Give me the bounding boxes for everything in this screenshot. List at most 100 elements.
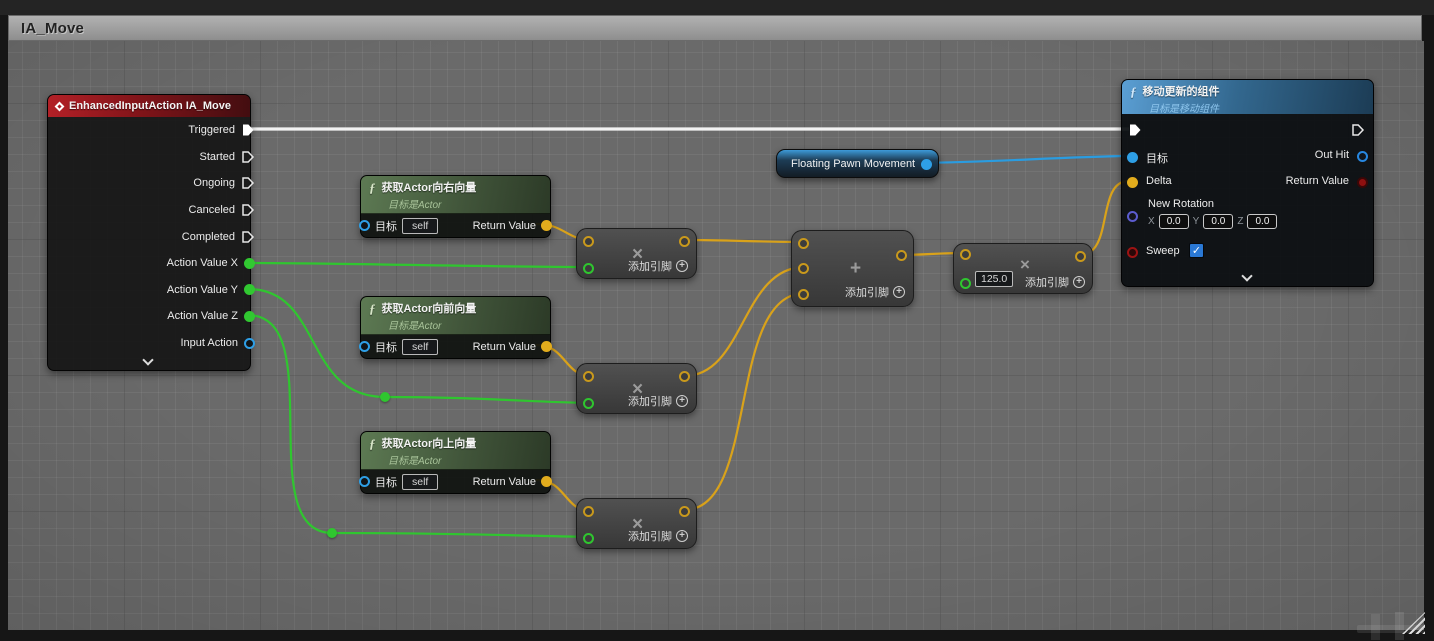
exec-pin-triggered[interactable] (241, 123, 255, 137)
pin-multiply-output[interactable] (679, 236, 690, 247)
node-get-actor-up-vector[interactable]: ƒ 获取Actor向上向量 目标是Actor 目标 self Return Va… (360, 431, 551, 494)
pin-return-value[interactable] (541, 476, 552, 487)
graph-title: IA_Move (21, 20, 84, 37)
function-icon: ƒ (369, 302, 376, 315)
return-value-label: Return Value (473, 220, 536, 232)
wire-mul3-to-add[interactable] (684, 293, 805, 510)
reroute-node-y[interactable] (380, 392, 390, 402)
add-pin-label: 添加引脚 (845, 284, 889, 300)
sweep-checkbox[interactable]: ✓ (1189, 243, 1204, 258)
add-pin-button[interactable]: 添加引脚 + (628, 528, 688, 544)
pin-pawn-movement-output[interactable] (921, 159, 932, 170)
window-top-strip (0, 0, 1434, 15)
node-enhanced-input-action[interactable]: EnhancedInputAction IA_Move Triggered St… (47, 94, 251, 371)
add-pin-plus-icon: + (676, 530, 688, 542)
node-header[interactable]: ƒ 获取Actor向上向量 目标是Actor (361, 432, 550, 470)
add-pin-label: 添加引脚 (1025, 274, 1069, 290)
rotation-x-field[interactable]: 0.0 (1159, 214, 1189, 229)
pin-label: Action Value Y (167, 284, 238, 296)
rotation-y-field[interactable]: 0.0 (1203, 214, 1233, 229)
node-get-actor-forward-vector[interactable]: ƒ 获取Actor向前向量 目标是Actor 目标 self Return Va… (360, 296, 551, 359)
node-title: 移动更新的组件 (1143, 83, 1220, 99)
pin-sweep[interactable] (1127, 247, 1138, 258)
exec-pin-started[interactable] (241, 150, 255, 164)
target-value-field[interactable]: self (402, 474, 438, 490)
node-add[interactable]: + 添加引脚 + (791, 230, 914, 307)
pin-multiply-input-a[interactable] (583, 236, 594, 247)
pin-return-value[interactable] (1357, 177, 1368, 188)
scale-value-field[interactable]: 125.0 (975, 271, 1013, 287)
event-diamond-icon (55, 101, 65, 111)
node-get-actor-right-vector[interactable]: ƒ 获取Actor向右向量 目标是Actor 目标 self Return Va… (360, 175, 551, 238)
pin-return-value[interactable] (541, 341, 552, 352)
rotation-z-field[interactable]: 0.0 (1247, 214, 1277, 229)
target-value-field[interactable]: self (402, 339, 438, 355)
pin-action-value-z[interactable] (244, 311, 255, 322)
pin-add-output[interactable] (896, 250, 907, 261)
pin-multiply-input-b[interactable] (583, 263, 594, 274)
wire-pawn-movement-to-target[interactable] (921, 156, 1128, 163)
add-pin-plus-icon: + (893, 286, 905, 298)
pin-delta[interactable] (1127, 177, 1138, 188)
pin-multiply-output[interactable] (679, 371, 690, 382)
blueprint-graph-canvas[interactable]: EnhancedInputAction IA_Move Triggered St… (8, 41, 1424, 630)
reroute-node-z[interactable] (327, 528, 337, 538)
pin-label: Action Value Z (167, 310, 238, 322)
add-pin-button[interactable]: 添加引脚 + (628, 258, 688, 274)
pin-target[interactable] (359, 341, 370, 352)
pin-input-action[interactable] (244, 338, 255, 349)
pin-action-value-x[interactable] (244, 258, 255, 269)
node-header[interactable]: EnhancedInputAction IA_Move (48, 95, 250, 117)
pin-scale-output[interactable] (1075, 251, 1086, 262)
pin-new-rotation[interactable] (1127, 211, 1138, 222)
pin-scale-input-b[interactable] (960, 278, 971, 289)
axis-z-label: Z (1237, 216, 1243, 227)
node-multiply-z[interactable]: × 添加引脚 + (576, 498, 697, 549)
pin-label: Started (200, 151, 235, 163)
function-icon: ƒ (369, 437, 376, 450)
exec-pin-completed[interactable] (241, 230, 255, 244)
target-label: 目标 (1146, 150, 1168, 166)
pin-out-hit[interactable] (1357, 151, 1368, 162)
pin-scale-input-a[interactable] (960, 249, 971, 260)
pin-add-input-c[interactable] (798, 289, 809, 300)
target-label: 目标 (375, 218, 397, 234)
pin-multiply-input-b[interactable] (583, 533, 594, 544)
add-pin-button[interactable]: 添加引脚 + (628, 393, 688, 409)
add-pin-button[interactable]: 添加引脚 + (1025, 274, 1085, 290)
wire-mul1-to-add[interactable] (684, 240, 805, 242)
exec-pin-in[interactable] (1128, 123, 1142, 137)
wire-action-value-x[interactable] (248, 263, 590, 267)
exec-pin-out[interactable] (1351, 123, 1365, 137)
return-value-label: Return Value (473, 476, 536, 488)
node-multiply-x[interactable]: × 添加引脚 + (576, 228, 697, 279)
node-header[interactable]: ƒ 移动更新的组件 目标是移动组件 (1122, 80, 1373, 114)
node-header[interactable]: ƒ 获取Actor向右向量 目标是Actor (361, 176, 550, 214)
target-value-field[interactable]: self (402, 218, 438, 234)
node-floating-pawn-movement[interactable]: Floating Pawn Movement (776, 149, 939, 178)
pin-multiply-input-a[interactable] (583, 506, 594, 517)
node-header[interactable]: ƒ 获取Actor向前向量 目标是Actor (361, 297, 550, 335)
pin-target[interactable] (359, 220, 370, 231)
pin-add-input-a[interactable] (798, 238, 809, 249)
add-symbol: + (850, 259, 861, 278)
exec-pin-canceled[interactable] (241, 203, 255, 217)
add-pin-plus-icon: + (1073, 276, 1085, 288)
pin-multiply-input-b[interactable] (583, 398, 594, 409)
wire-mul2-to-add[interactable] (684, 267, 805, 376)
return-value-label: Return Value (473, 341, 536, 353)
pin-multiply-input-a[interactable] (583, 371, 594, 382)
node-multiply-y[interactable]: × 添加引脚 + (576, 363, 697, 414)
add-pin-label: 添加引脚 (628, 528, 672, 544)
add-pin-button[interactable]: 添加引脚 + (845, 284, 905, 300)
node-move-updated-component[interactable]: ƒ 移动更新的组件 目标是移动组件 目标 Out Hit Delta Retur… (1121, 79, 1374, 287)
pin-return-value[interactable] (541, 220, 552, 231)
pin-target[interactable] (359, 476, 370, 487)
collapse-chevron-icon[interactable] (1241, 270, 1252, 281)
pin-add-input-b[interactable] (798, 263, 809, 274)
new-rotation-fields: X 0.0 Y 0.0 Z 0.0 (1148, 214, 1277, 229)
exec-pin-ongoing[interactable] (241, 176, 255, 190)
pin-multiply-output[interactable] (679, 506, 690, 517)
node-multiply-scale[interactable]: 125.0 × 添加引脚 + (953, 243, 1093, 294)
pin-target[interactable] (1127, 152, 1138, 163)
